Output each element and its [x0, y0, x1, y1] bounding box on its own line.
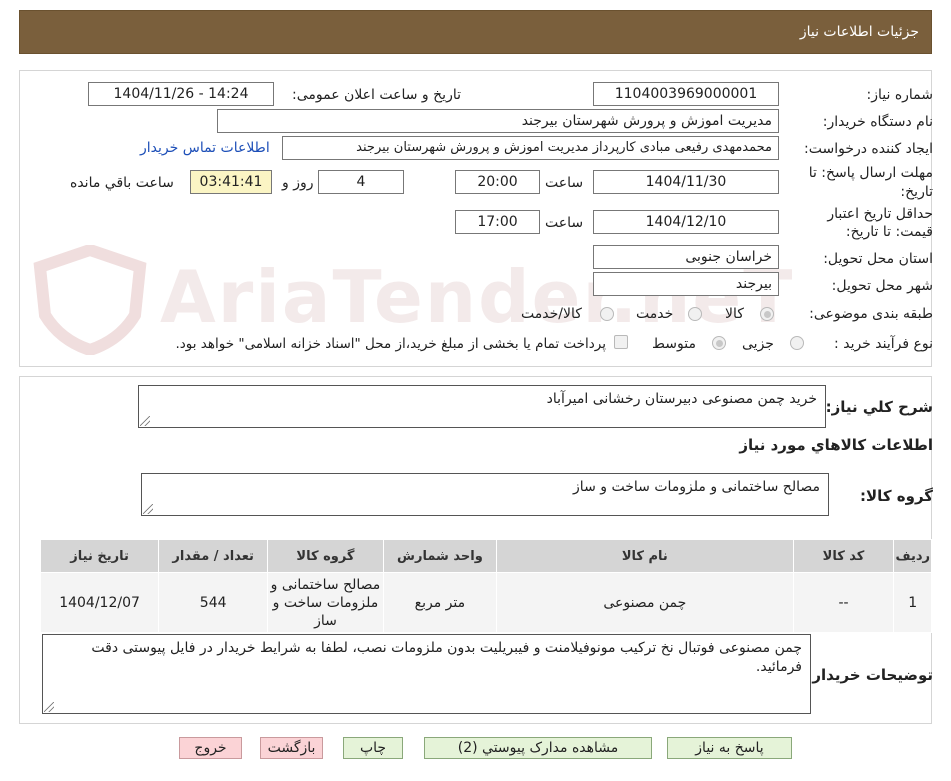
- process-option-medium: متوسط: [652, 336, 696, 352]
- col-quantity: تعداد / مقدار: [158, 539, 269, 573]
- remaining-time-field: 03:41:41: [190, 170, 272, 194]
- validity-label-1: حداقل تاریخ اعتبار: [827, 206, 933, 222]
- col-item-code: کد کالا: [792, 539, 895, 573]
- city-label: شهر محل تحویل:: [831, 278, 933, 294]
- announce-date-field: 1404/11/26 - 14:24: [88, 82, 274, 106]
- payment-note: پرداخت تمام یا بخشی از مبلغ خرید،از محل …: [175, 336, 606, 352]
- validity-hour-label: ساعت: [545, 215, 584, 231]
- deadline-time-field: 20:00: [455, 170, 540, 194]
- city-field: بیرجند: [593, 272, 779, 296]
- resize-grip-icon[interactable]: [44, 702, 54, 712]
- col-unit: واحد شمارش: [382, 539, 498, 573]
- col-row-number: رديف: [893, 539, 932, 573]
- goods-section-title: اطلاعات کالاهاي مورد نياز: [739, 436, 933, 454]
- province-field: خراسان جنوبی: [593, 245, 779, 269]
- category-radio-service[interactable]: [688, 307, 702, 321]
- category-option-service: خدمت: [636, 306, 674, 322]
- table-header-row: رديف کد کالا نام کالا واحد شمارش گروه کا…: [39, 539, 932, 573]
- resize-grip-icon[interactable]: [140, 416, 150, 426]
- summary-textarea[interactable]: خرید چمن مصنوعی دبیرستان رخشانی امیرآباد: [138, 385, 826, 428]
- items-table: رديف کد کالا نام کالا واحد شمارش گروه کا…: [39, 539, 932, 633]
- process-radio-minor[interactable]: [790, 336, 804, 350]
- summary-label: شرح کلي نياز:: [825, 398, 933, 416]
- province-label: استان محل تحویل:: [823, 251, 933, 267]
- days-label: روز و: [282, 175, 314, 191]
- col-item-name: نام کالا: [496, 539, 794, 573]
- days-remaining-field: 4: [318, 170, 404, 194]
- buyer-contact-link[interactable]: اطلاعات تماس خریدار: [140, 140, 270, 156]
- buyer-notes-textarea[interactable]: چمن مصنوعی فوتبال نخ ترکیب مونوفیلامنت و…: [42, 634, 811, 714]
- process-label: نوع فرآیند خرید :: [834, 336, 933, 352]
- goods-group-label: گروه کالا:: [860, 487, 933, 505]
- watermark-shield-icon: [33, 245, 147, 355]
- category-label: طبقه بندی موضوعی:: [809, 306, 933, 322]
- category-option-goods: کالا: [725, 306, 744, 322]
- validity-date-field: 1404/12/10: [593, 210, 779, 234]
- cell-unit: متر مربع: [382, 572, 498, 633]
- resize-grip-icon[interactable]: [143, 504, 153, 514]
- treasury-checkbox[interactable]: [614, 335, 628, 349]
- requester-label: ایجاد کننده درخواست:: [804, 141, 933, 157]
- deadline-label-2: تاریخ:: [900, 184, 933, 200]
- validity-time-field: 17:00: [455, 210, 540, 234]
- need-number-field: 1104003969000001: [593, 82, 779, 106]
- deadline-date-field: 1404/11/30: [593, 170, 779, 194]
- cell-item-name: چمن مصنوعی: [496, 572, 794, 633]
- table-row: 1 -- چمن مصنوعی متر مربع مصالح ساختمانی …: [39, 572, 932, 633]
- print-button[interactable]: چاپ: [343, 737, 403, 759]
- process-option-minor: جزیی: [742, 336, 774, 352]
- category-option-goods-service: کالا/خدمت: [521, 306, 582, 322]
- category-radio-goods[interactable]: [760, 307, 774, 321]
- buyer-org-field: مدیریت اموزش و پرورش شهرستان بیرجند: [217, 109, 779, 133]
- attachments-button[interactable]: مشاهده مدارک پیوستي (2): [424, 737, 652, 759]
- remaining-label: ساعت باقي مانده: [70, 175, 174, 191]
- exit-button[interactable]: خروج: [179, 737, 242, 759]
- cell-quantity: 544: [158, 572, 269, 633]
- need-number-label: شماره نیاز:: [866, 87, 934, 103]
- process-radio-medium[interactable]: [712, 336, 726, 350]
- cell-goods-group: مصالح ساختمانی و ملزومات ساخت و ساز: [267, 572, 384, 633]
- buyer-org-label: نام دستگاه خریدار:: [822, 114, 933, 130]
- cell-need-date: 1404/12/07: [39, 572, 160, 633]
- col-goods-group: گروه کالا: [267, 539, 384, 573]
- back-button[interactable]: بازگشت: [260, 737, 323, 759]
- respond-button[interactable]: پاسخ به نیاز: [667, 737, 792, 759]
- requester-field: محمدمهدی رفیعی مبادی کارپرداز مدیریت امو…: [282, 136, 779, 160]
- cell-row-number: 1: [893, 572, 932, 633]
- announce-date-label: تاریخ و ساعت اعلان عمومی:: [292, 87, 461, 103]
- goods-group-textarea[interactable]: مصالح ساختمانی و ملزومات ساخت و ساز: [141, 473, 829, 516]
- page-header: جزئیات اطلاعات نیاز: [19, 10, 932, 54]
- deadline-hour-label: ساعت: [545, 175, 584, 191]
- col-need-date: تاريخ نياز: [39, 539, 160, 573]
- page-title: جزئیات اطلاعات نیاز: [799, 24, 919, 40]
- deadline-label-1: مهلت ارسال پاسخ: تا: [808, 165, 933, 181]
- validity-label-2: قیمت: تا تاریخ:: [845, 224, 933, 240]
- buyer-notes-label: توضیحات خریدار:: [806, 666, 933, 684]
- cell-item-code: --: [792, 572, 895, 633]
- category-radio-goods-service[interactable]: [600, 307, 614, 321]
